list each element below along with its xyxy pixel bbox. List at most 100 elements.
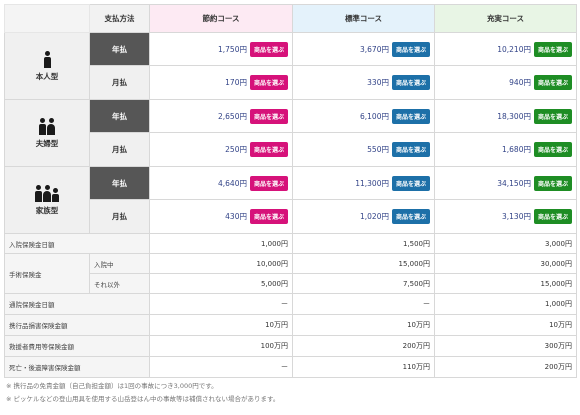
plan-type-label: 本人型: [35, 71, 59, 81]
price: 34,150円: [497, 178, 531, 188]
benefit-row: 手術保険金 入院中 10,000円 15,000円 30,000円: [4, 253, 577, 294]
price: 4,640円: [218, 178, 247, 188]
pay-annual: 年払: [89, 166, 150, 200]
price-row: 月払 430円 商品を選ぶ 1,020円 商品を選ぶ 3,130円 商品を選ぶ: [5, 199, 577, 234]
benefit-row: 救援者費用等保険金額 100万円 200万円 300万円: [4, 335, 577, 357]
select-product-button[interactable]: 商品を選ぶ: [533, 41, 572, 57]
benefit-value: 1,000円: [149, 233, 293, 254]
price: 3,130円: [502, 212, 531, 221]
header-pay-method: 支払方法: [89, 4, 150, 33]
benefit-value: 110万円: [292, 356, 435, 378]
price: 1,020円: [360, 212, 389, 221]
price: 2,650円: [218, 111, 247, 121]
benefit-value: 5,000円: [149, 273, 293, 294]
price: 940円: [509, 78, 531, 87]
price: 11,300円: [355, 178, 389, 188]
price: 6,100円: [360, 111, 389, 121]
select-product-button[interactable]: 商品を選ぶ: [533, 209, 572, 224]
plan-comparison: 支払方法 節約コース 標準コース 充実コース 本人型 年払 1,750円 商品を選…: [0, 0, 580, 415]
select-product-button[interactable]: 商品を選ぶ: [533, 142, 572, 157]
select-product-button[interactable]: 商品を選ぶ: [249, 75, 288, 90]
header-course-setsuyaku: 節約コース: [149, 4, 293, 33]
benefit-label: 入院保険金日額: [4, 233, 150, 254]
price-row: 家族型 年払 4,640円 商品を選ぶ 11,300円 商品を選ぶ 34,150円商…: [4, 166, 577, 234]
footnotes: ※ 携行品の免責金額（自己負担金額）は1回の事故につき3,000円です。 ※ ピ…: [6, 380, 279, 406]
family-icon: [35, 184, 59, 202]
header-row: 支払方法 節約コース 標準コース 充実コース: [4, 4, 577, 33]
footnote: ※ ピッケルなどの登山用具を使用する山岳登はん中の事故等は補償されない場合があり…: [6, 395, 280, 403]
benefit-row: 入院保険金日額 1,000円 1,500円 3,000円: [4, 233, 577, 254]
pay-annual: 年払: [89, 99, 150, 133]
price: 550円: [367, 145, 389, 154]
benefit-label: 通院保険金日額: [4, 293, 150, 315]
price-row: 本人型 年払 1,750円 商品を選ぶ 3,670円 商品を選ぶ 10,210円 商品…: [4, 32, 577, 100]
price: 10,210円: [497, 44, 531, 54]
benefit-row: それ以外 5,000円 7,500円 15,000円: [5, 273, 577, 294]
benefit-value: 7,500円: [292, 273, 435, 294]
price: 1,680円: [502, 145, 531, 154]
select-product-button[interactable]: 商品を選ぶ: [249, 175, 288, 191]
select-product-button[interactable]: 商品を選ぶ: [249, 142, 288, 157]
benefit-row: 携行品損害保険金額 10万円 10万円 10万円: [4, 314, 577, 336]
price-row: 夫婦型 年払 2,650円 商品を選ぶ 6,100円 商品を選ぶ 18,300円 商品…: [4, 99, 577, 167]
pay-monthly: 月払: [89, 132, 150, 167]
benefit-value: ー: [149, 356, 293, 378]
benefit-value: ー: [149, 293, 293, 315]
select-product-button[interactable]: 商品を選ぶ: [249, 41, 288, 57]
price: 330円: [367, 78, 389, 87]
footnote: ※ 携行品の免責金額（自己負担金額）は1回の事故につき3,000円です。: [6, 382, 218, 390]
benefit-value: 15,000円: [292, 253, 435, 274]
header-course-hyojun: 標準コース: [292, 4, 435, 33]
benefit-value: 1,500円: [292, 233, 435, 254]
couple-icon: [39, 117, 55, 135]
header-course-juujitsu: 充実コース: [434, 4, 577, 33]
benefit-value: 10万円: [434, 314, 577, 336]
price-row: 月払 170円 商品を選ぶ 330円 商品を選ぶ 940円 商品を選ぶ: [5, 65, 577, 100]
benefit-value: 3,000円: [434, 233, 577, 254]
price: 3,670円: [360, 44, 389, 54]
select-product-button[interactable]: 商品を選ぶ: [533, 75, 572, 90]
benefit-value: 200万円: [434, 356, 577, 378]
benefit-value: 10,000円: [149, 253, 293, 274]
benefit-value: 300万円: [434, 335, 577, 357]
select-product-button[interactable]: 商品を選ぶ: [533, 108, 572, 124]
plan-type-kazoku: 家族型: [4, 166, 90, 234]
benefit-value: 10万円: [149, 314, 293, 336]
benefit-label: 携行品損害保険金額: [4, 314, 150, 336]
benefit-label: 手術保険金: [4, 253, 90, 294]
benefit-value: 200万円: [292, 335, 435, 357]
pay-monthly: 月払: [89, 199, 150, 234]
price: 250円: [225, 145, 247, 154]
header-blank: [4, 4, 90, 33]
price: 1,750円: [218, 44, 247, 54]
benefit-value: 1,000円: [434, 293, 577, 315]
benefit-sublabel: 入院中: [89, 253, 150, 274]
price: 170円: [225, 78, 247, 87]
price-row: 月払 250円 商品を選ぶ 550円 商品を選ぶ 1,680円 商品を選ぶ: [5, 132, 577, 167]
benefit-value: 30,000円: [434, 253, 577, 274]
select-product-button[interactable]: 商品を選ぶ: [249, 209, 288, 224]
pay-annual: 年払: [89, 32, 150, 66]
select-product-button[interactable]: 商品を選ぶ: [391, 209, 430, 224]
select-product-button[interactable]: 商品を選ぶ: [391, 175, 430, 191]
select-product-button[interactable]: 商品を選ぶ: [391, 75, 430, 90]
select-product-button[interactable]: 商品を選ぶ: [249, 108, 288, 124]
plan-table: 支払方法 節約コース 標準コース 充実コース 本人型 年払 1,750円 商品を選…: [4, 4, 577, 378]
select-product-button[interactable]: 商品を選ぶ: [391, 142, 430, 157]
benefit-sublabel: それ以外: [89, 273, 150, 294]
benefit-value: 15,000円: [434, 273, 577, 294]
price: 18,300円: [497, 111, 531, 121]
benefit-value: ー: [292, 293, 435, 315]
benefit-row: 死亡・後遺障害保険金額 ー 110万円 200万円: [4, 356, 577, 378]
benefit-label: 死亡・後遺障害保険金額: [4, 356, 150, 378]
pay-monthly: 月払: [89, 65, 150, 100]
benefit-label: 救援者費用等保険金額: [4, 335, 150, 357]
select-product-button[interactable]: 商品を選ぶ: [391, 41, 430, 57]
select-product-button[interactable]: 商品を選ぶ: [391, 108, 430, 124]
plan-type-fuufu: 夫婦型: [4, 99, 90, 167]
plan-type-label: 家族型: [35, 205, 59, 215]
benefit-row: 通院保険金日額 ー ー 1,000円: [4, 293, 577, 315]
plan-type-honnin: 本人型: [4, 32, 90, 100]
benefit-value: 10万円: [292, 314, 435, 336]
select-product-button[interactable]: 商品を選ぶ: [533, 175, 572, 191]
